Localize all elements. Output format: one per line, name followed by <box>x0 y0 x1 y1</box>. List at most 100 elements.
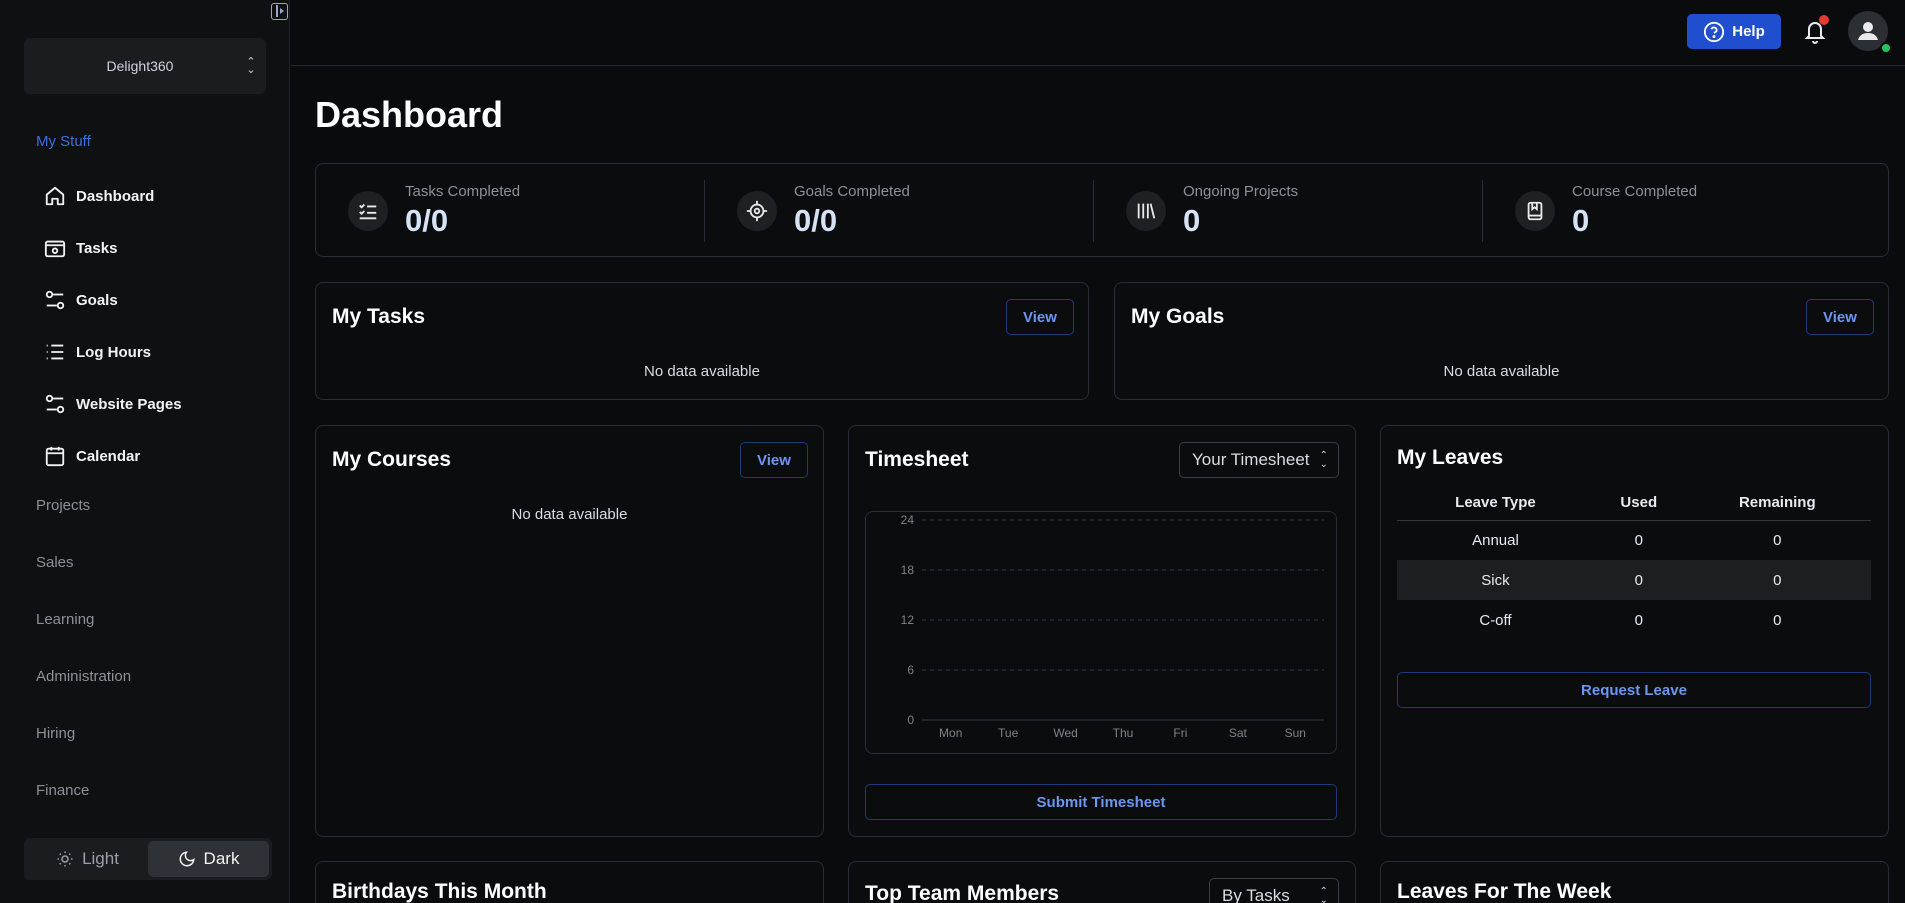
sidebar: Delight360 ⌃ ⌄ My Stuff Dashboard Tasks G… <box>0 0 290 903</box>
header-leave-type: Leave Type <box>1397 486 1594 521</box>
theme-dark-label: Dark <box>203 849 240 868</box>
calendar-icon <box>44 445 66 467</box>
stats-card: Tasks Completed 0/0 Goals Completed 0/0 … <box>315 163 1889 257</box>
timesheet-title: Timesheet <box>865 448 969 471</box>
x-tick-label: Sat <box>1229 726 1248 740</box>
submit-timesheet-button[interactable]: Submit Timesheet <box>865 784 1337 820</box>
home-icon <box>44 185 66 207</box>
stat-ongoing-projects: Ongoing Projects 0 <box>1126 164 1298 258</box>
leave-used: 0 <box>1634 531 1643 549</box>
help-label: Help <box>1732 23 1765 40</box>
online-status-dot <box>1880 42 1892 54</box>
stat-value: 0 <box>1572 203 1590 238</box>
page-title: Dashboard <box>315 94 504 135</box>
leaves-table: Leave Type Used Remaining Annual 0 0 Sic… <box>1397 486 1871 640</box>
leave-remaining: 0 <box>1773 611 1782 629</box>
x-tick-label: Sun <box>1285 726 1306 740</box>
sliders-icon <box>44 289 66 311</box>
my-courses-title: My Courses <box>332 448 452 471</box>
table-row: Annual 0 0 <box>1397 520 1871 560</box>
my-tasks-empty: No data available <box>644 363 760 380</box>
stat-course-completed: Course Completed 0 <box>1515 164 1697 258</box>
my-goals-card: My Goals View No data available <box>1114 282 1889 400</box>
stat-tasks-completed: Tasks Completed 0/0 <box>348 164 520 258</box>
sidebar-item-tasks[interactable]: Tasks <box>44 233 117 263</box>
my-leaves-title: My Leaves <box>1397 446 1504 469</box>
top-header <box>291 0 1905 66</box>
my-goals-title: My Goals <box>1131 305 1225 328</box>
leaves-week-title: Leaves For The Week <box>1397 880 1612 903</box>
birthdays-card: Birthdays This Month <box>315 861 824 903</box>
leave-type: Sick <box>1397 560 1594 600</box>
stat-divider <box>704 180 705 242</box>
timesheet-select-value: Your Timesheet <box>1192 450 1310 469</box>
list-icon <box>44 341 66 363</box>
help-circle-icon <box>1704 21 1725 42</box>
section-my-stuff[interactable]: My Stuff <box>36 133 91 150</box>
theme-light-option[interactable]: Light <box>27 841 148 877</box>
task-settings-icon <box>44 237 66 259</box>
top-team-card: Top Team Members By Tasks ⌃ ⌄ <box>848 861 1356 903</box>
header-used: Used <box>1593 486 1684 521</box>
my-courses-view-button[interactable]: View <box>740 442 808 478</box>
sidebar-item-log-hours[interactable]: Log Hours <box>44 337 151 367</box>
stat-label: Course Completed <box>1572 183 1698 200</box>
section-hiring[interactable]: Hiring <box>36 725 75 742</box>
x-tick-label: Mon <box>939 726 962 740</box>
stat-label: Goals Completed <box>794 183 910 200</box>
leave-remaining: 0 <box>1773 531 1782 549</box>
table-row: C-off 0 0 <box>1397 600 1871 640</box>
section-administration[interactable]: Administration <box>36 668 131 685</box>
my-tasks-card: My Tasks View No data available <box>315 282 1089 400</box>
sidebar-item-calendar[interactable]: Calendar <box>44 441 140 471</box>
help-button[interactable]: Help <box>1687 14 1781 49</box>
sliders-icon <box>44 393 66 415</box>
x-tick-label: Wed <box>1053 726 1077 740</box>
moon-icon <box>179 851 195 867</box>
my-courses-card: My Courses View No data available <box>315 425 824 837</box>
sidebar-collapse-icon[interactable] <box>271 3 288 20</box>
sidebar-item-dashboard[interactable]: Dashboard <box>44 181 154 211</box>
user-avatar[interactable] <box>1848 11 1892 54</box>
sidebar-item-label: Website Pages <box>76 395 182 413</box>
y-tick-label: 6 <box>907 663 914 677</box>
request-leave-button[interactable]: Request Leave <box>1397 672 1871 708</box>
my-goals-empty: No data available <box>1443 363 1560 380</box>
org-selector[interactable]: Delight360 ⌃ ⌄ <box>24 38 266 94</box>
stat-value: 0/0 <box>405 203 449 238</box>
my-tasks-title: My Tasks <box>332 305 425 328</box>
notifications-bell-icon[interactable] <box>1799 15 1831 47</box>
x-tick-label: Tue <box>998 726 1019 740</box>
y-tick-label: 18 <box>901 563 915 577</box>
section-learning[interactable]: Learning <box>36 611 94 628</box>
stat-label: Ongoing Projects <box>1183 183 1299 200</box>
top-team-title: Top Team Members <box>865 882 1060 903</box>
stat-value: 0 <box>1183 203 1201 238</box>
section-projects[interactable]: Projects <box>36 497 90 514</box>
sidebar-item-website-pages[interactable]: Website Pages <box>44 389 182 419</box>
top-team-select-value: By Tasks <box>1222 886 1290 903</box>
theme-dark-option[interactable]: Dark <box>148 841 269 877</box>
section-finance[interactable]: Finance <box>36 782 89 799</box>
section-sales[interactable]: Sales <box>36 554 74 571</box>
sidebar-item-label: Dashboard <box>76 187 155 205</box>
timesheet-select[interactable]: Your Timesheet ⌃ ⌄ <box>1179 442 1339 478</box>
y-tick-label: 12 <box>901 613 915 627</box>
my-goals-view-button[interactable]: View <box>1806 299 1874 335</box>
sidebar-item-goals[interactable]: Goals <box>44 285 118 315</box>
notification-dot <box>1819 15 1829 25</box>
library-icon <box>1126 191 1166 231</box>
sidebar-item-label: Calendar <box>76 447 141 465</box>
theme-light-label: Light <box>82 849 119 868</box>
top-team-select[interactable]: By Tasks ⌃ ⌄ <box>1209 878 1339 903</box>
leave-used: 0 <box>1634 611 1643 629</box>
timesheet-chart: 0 6 12 18 24 Mon Tue Wed Thu Fri Sat Sun <box>865 511 1337 754</box>
x-tick-label: Thu <box>1113 726 1134 740</box>
target-icon <box>737 191 777 231</box>
y-tick-label: 0 <box>907 713 914 727</box>
book-bookmark-icon <box>1515 191 1555 231</box>
my-tasks-view-button[interactable]: View <box>1006 299 1074 335</box>
sidebar-item-label: Goals <box>76 291 118 309</box>
stat-goals-completed: Goals Completed 0/0 <box>737 164 910 258</box>
my-leaves-card: My Leaves Leave Type Used Remaining Annu… <box>1380 425 1889 837</box>
